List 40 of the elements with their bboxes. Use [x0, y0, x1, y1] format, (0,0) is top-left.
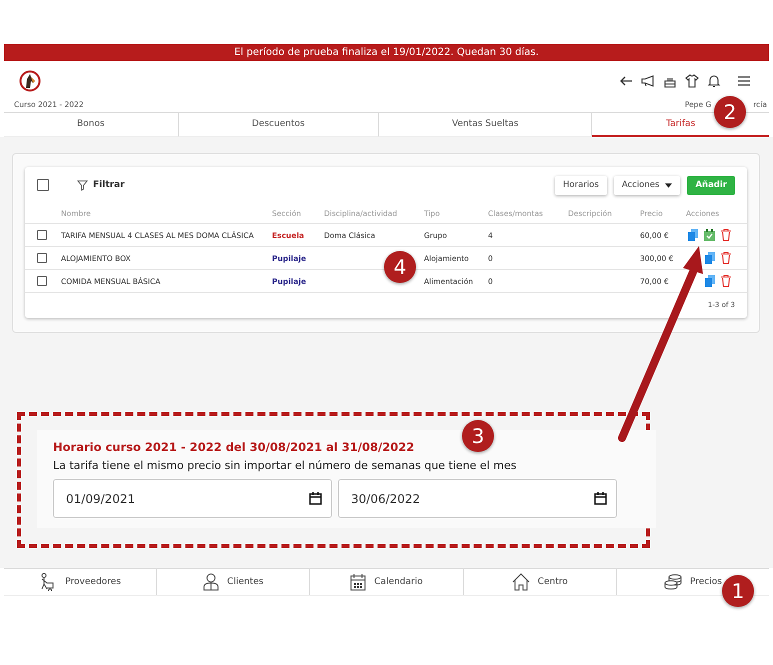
- filter-label[interactable]: Filtrar: [93, 180, 125, 190]
- home-icon: [512, 573, 530, 591]
- shirt-icon[interactable]: [685, 74, 699, 88]
- nav-item[interactable]: Calendario: [350, 573, 423, 591]
- bell-icon[interactable]: [707, 74, 721, 88]
- schedule-button[interactable]: Horarios: [555, 176, 607, 194]
- megaphone-icon[interactable]: [641, 74, 655, 88]
- nav-item[interactable]: Proveedores: [39, 573, 121, 591]
- delete-icon[interactable]: [721, 252, 731, 264]
- callout-badge: 2: [714, 96, 746, 128]
- start-date-field[interactable]: 01/09/2021: [53, 479, 332, 518]
- nav-item[interactable]: Precios: [664, 574, 722, 590]
- row-checkbox[interactable]: [37, 253, 47, 263]
- schedule-title: Horario curso 2021 - 2022 del 30/08/2021 al 31/08/2022: [53, 440, 416, 454]
- calendar-icon: [350, 573, 366, 591]
- nav-item[interactable]: Clientes: [203, 573, 264, 591]
- calendar-icon[interactable]: [594, 491, 607, 505]
- horse-logo: [19, 70, 41, 92]
- actions-dropdown[interactable]: Acciones: [614, 176, 680, 194]
- person-icon: [203, 573, 220, 591]
- schedule-note: La tarifa tiene el mismo precio sin importar el número de semanas que tiene el mes: [53, 459, 518, 472]
- row-checkbox[interactable]: [37, 276, 47, 286]
- caret-icon: [665, 182, 672, 188]
- trial-banner: El período de prueba finaliza el 19/01/2022. Quedan 30 días.: [4, 44, 769, 61]
- calendar-icon[interactable]: [309, 491, 322, 505]
- select-all-checkbox[interactable]: [37, 179, 49, 191]
- menu-icon[interactable]: [737, 74, 751, 88]
- calendar-check-icon[interactable]: [704, 229, 715, 241]
- copy-icon[interactable]: [705, 275, 715, 287]
- copy-icon[interactable]: [705, 252, 715, 264]
- filter-icon[interactable]: [77, 180, 88, 190]
- callout-badge: 1: [722, 575, 754, 607]
- end-date-field[interactable]: 30/06/2022: [338, 479, 617, 518]
- delete-icon[interactable]: [721, 275, 731, 287]
- row-checkbox[interactable]: [37, 230, 47, 240]
- delete-icon[interactable]: [721, 229, 731, 241]
- coins-icon: [664, 574, 682, 590]
- back-arrow-icon[interactable]: [619, 74, 633, 88]
- nav-item[interactable]: Centro: [512, 573, 568, 591]
- copy-icon[interactable]: [688, 229, 698, 241]
